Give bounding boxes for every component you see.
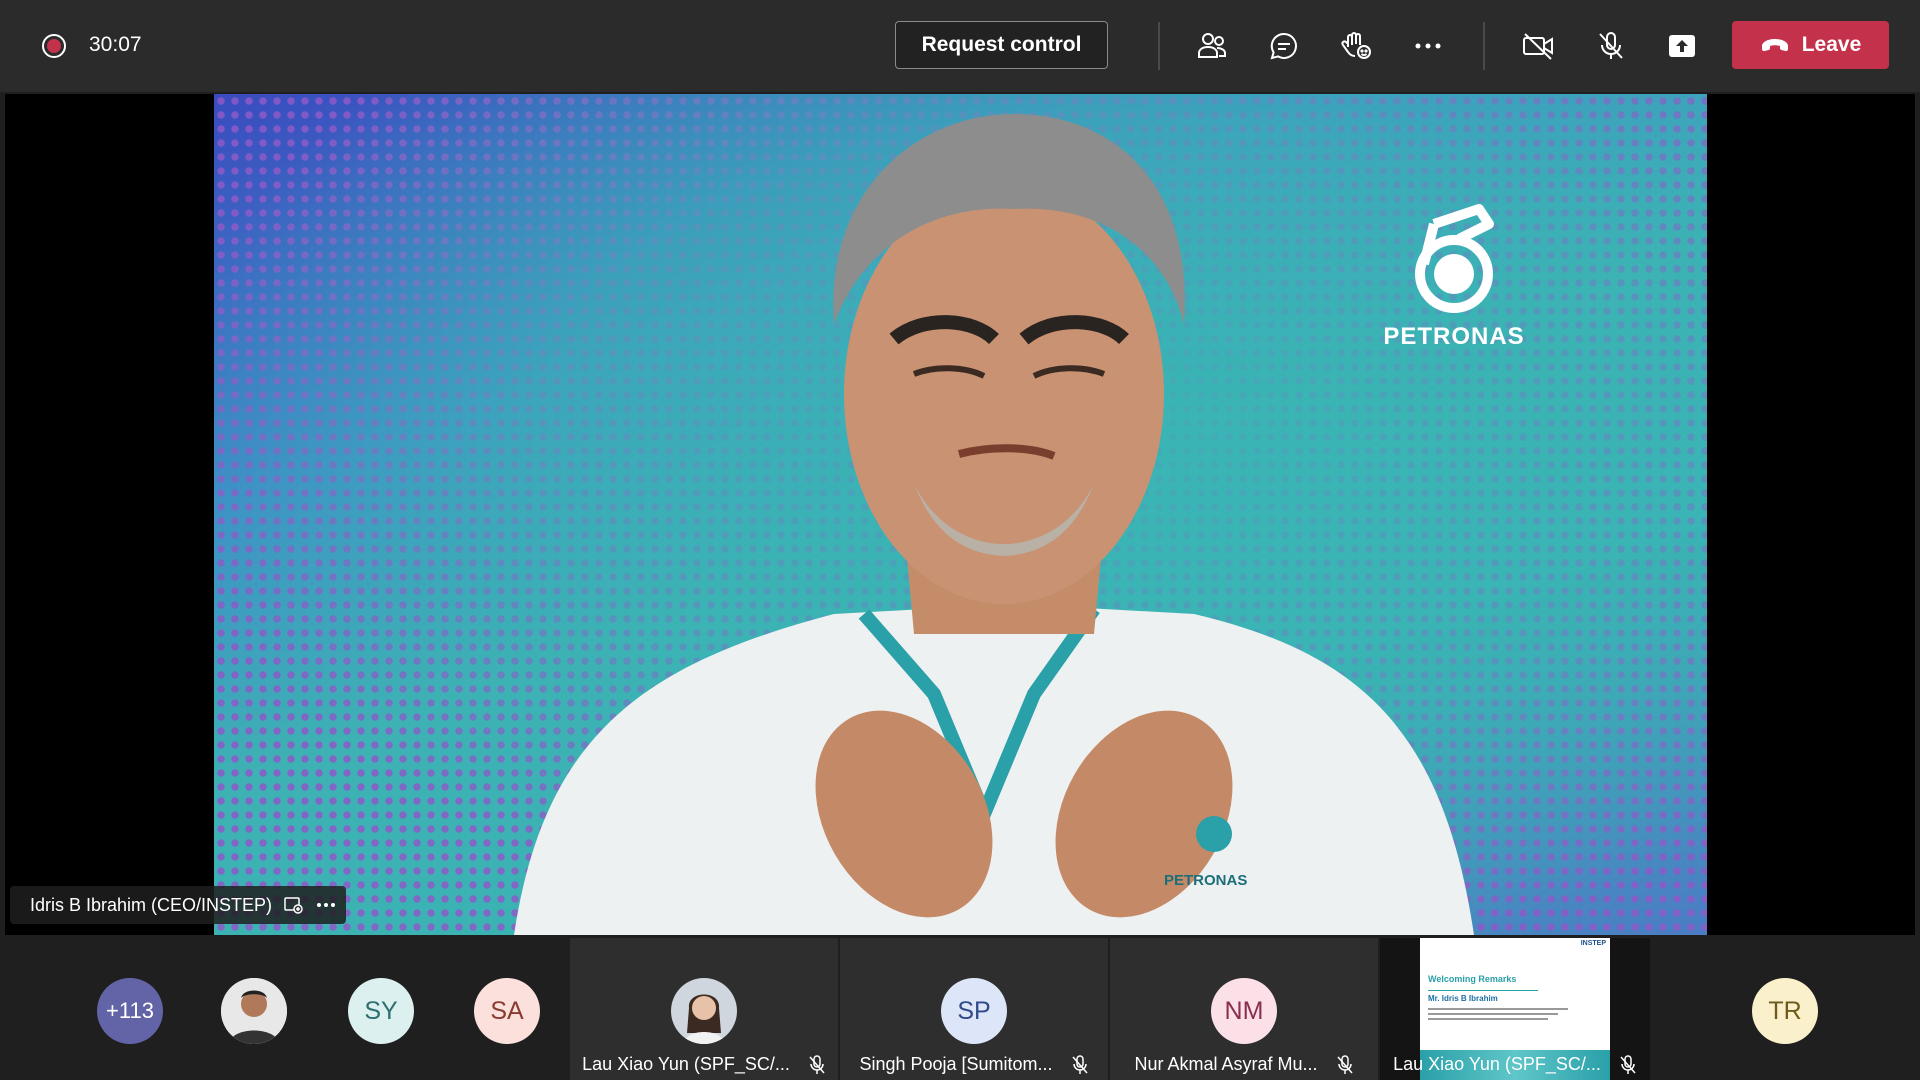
phone-hangup-icon (1761, 39, 1788, 52)
slide-brand: INSTEP (1580, 940, 1606, 947)
toolbar-divider (1158, 22, 1160, 70)
shirt-logo-text: PETRONAS (1164, 872, 1248, 889)
leave-button[interactable]: Leave (1732, 21, 1889, 69)
participant-tile[interactable]: Lau Xiao Yun (SPF_SC/... (570, 938, 838, 1080)
mic-off-icon[interactable] (1589, 24, 1633, 68)
presenter-name-tag: Idris B Ibrahim (CEO/INSTEP) (10, 886, 347, 924)
mic-off-icon (809, 1054, 825, 1074)
toolbar-divider (1483, 22, 1485, 70)
participant-tile-name: Lau Xiao Yun (SPF_SC/... (1380, 1054, 1650, 1075)
participant-tile-name: Singh Pooja [Sumitom... (840, 1054, 1108, 1075)
participant-avatar-nm: NM (1211, 978, 1277, 1044)
people-icon[interactable] (1190, 24, 1234, 68)
camera-off-icon[interactable] (1516, 24, 1560, 68)
slide-text-line (1428, 1013, 1558, 1015)
content-view-icon[interactable] (284, 896, 304, 914)
slide-text-line (1428, 1008, 1568, 1010)
participant-name: Singh Pooja [Sumitom... (859, 1054, 1053, 1074)
recording-icon (42, 34, 66, 58)
participant-tile-name: Lau Xiao Yun (SPF_SC/... (570, 1054, 838, 1075)
presenter-video[interactable]: PETRONAS PETRONAS (214, 94, 1707, 935)
mic-off-icon (1071, 1054, 1088, 1074)
mic-off-icon (1620, 1054, 1636, 1074)
meeting-timer: 30:07 (89, 33, 142, 56)
presenter-name: Idris B Ibrahim (CEO/INSTEP) (30, 894, 273, 915)
main-stage: PETRONAS PETRONAS Idris B Ibrahim (CEO/I… (5, 94, 1915, 935)
participant-avatar-sy[interactable]: SY (348, 978, 414, 1044)
participant-tile[interactable]: NM Nur Akmal Asyraf Mu... (1110, 938, 1378, 1080)
mic-off-icon (1336, 1054, 1353, 1074)
participant-name: Lau Xiao Yun (SPF_SC/... (1393, 1054, 1601, 1074)
more-options-icon[interactable] (1406, 24, 1450, 68)
more-options-icon[interactable] (316, 902, 336, 908)
participant-avatar-tr[interactable]: TR (1752, 978, 1818, 1044)
participant-tile-name: Nur Akmal Asyraf Mu... (1110, 1054, 1378, 1075)
share-screen-icon[interactable] (1660, 24, 1704, 68)
participant-avatar-sp: SP (941, 978, 1007, 1044)
participant-photo-avatar (671, 978, 737, 1044)
petronas-logo: PETRONAS (1374, 204, 1534, 351)
slide-divider (1428, 990, 1538, 991)
participant-strip: +113 SY SA Lau Xiao Yun (SPF_SC/... SP S… (0, 938, 1920, 1080)
overflow-participants-badge[interactable]: +113 (97, 978, 163, 1044)
participant-name: Nur Akmal Asyraf Mu... (1134, 1054, 1318, 1074)
participant-tile[interactable]: SP Singh Pooja [Sumitom... (840, 938, 1108, 1080)
participant-avatar-sa[interactable]: SA (474, 978, 540, 1044)
request-control-button[interactable]: Request control (895, 21, 1108, 69)
participant-name: Lau Xiao Yun (SPF_SC/... (582, 1054, 790, 1074)
participant-photo-avatar[interactable] (221, 978, 287, 1044)
leave-label: Leave (1801, 33, 1862, 56)
petronas-logo-text: PETRONAS (1383, 323, 1525, 350)
meeting-toolbar: 30:07 Request control Leave (0, 0, 1920, 92)
slide-text-line (1428, 1018, 1548, 1020)
slide-speaker: Mr. Idris B Ibrahim (1428, 994, 1498, 1003)
shared-content-tile[interactable]: INSTEP Welcoming Remarks Mr. Idris B Ibr… (1380, 938, 1650, 1080)
slide-title: Welcoming Remarks (1428, 974, 1517, 984)
petronas-emblem-icon (1415, 204, 1494, 313)
raise-hand-icon[interactable] (1334, 24, 1378, 68)
chat-icon[interactable] (1262, 24, 1306, 68)
